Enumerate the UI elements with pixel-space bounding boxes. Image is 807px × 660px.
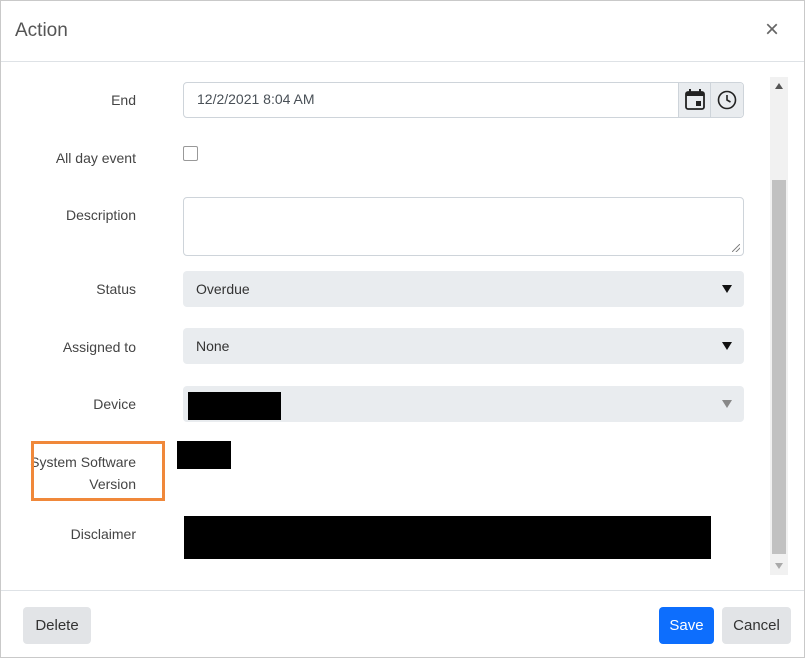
scroll-down-icon[interactable] <box>775 563 783 569</box>
chevron-down-icon <box>722 342 732 350</box>
redacted-device-value <box>188 392 281 420</box>
end-label: End <box>111 92 136 108</box>
close-button[interactable]: × <box>761 18 783 42</box>
resize-handle[interactable] <box>732 244 740 252</box>
assigned-to-label: Assigned to <box>62 339 136 355</box>
chevron-down-icon <box>722 285 732 293</box>
dialog-header: Action × <box>1 1 804 62</box>
scroll-up-icon[interactable] <box>775 83 783 89</box>
status-label: Status <box>96 281 136 297</box>
delete-button[interactable]: Delete <box>23 607 91 644</box>
close-icon: × <box>764 16 779 43</box>
assigned-to-value: None <box>196 338 230 354</box>
highlight-box <box>31 441 165 501</box>
end-datetime-input[interactable]: 12/2/2021 8:04 AM <box>183 82 744 118</box>
description-label: Description <box>65 207 136 223</box>
dialog-title: Action <box>15 20 68 41</box>
calendar-icon <box>685 89 705 110</box>
all-day-checkbox[interactable] <box>183 146 198 161</box>
dialog-body[interactable]: End 12/2/2021 8:04 AM All day event Desc… <box>1 62 804 590</box>
action-dialog: Action × End 12/2/2021 8:04 AM All day e… <box>0 0 805 658</box>
save-button[interactable]: Save <box>659 607 714 644</box>
vertical-scrollbar[interactable] <box>770 77 788 575</box>
redacted-disclaimer-text <box>184 516 711 559</box>
chevron-down-icon <box>722 400 732 408</box>
end-datetime-value: 12/2/2021 8:04 AM <box>197 91 315 107</box>
time-button[interactable] <box>710 83 743 117</box>
device-label: Device <box>93 396 136 412</box>
redacted-version-value <box>177 441 231 469</box>
calendar-button[interactable] <box>678 83 711 117</box>
assigned-to-select[interactable]: None <box>183 328 744 364</box>
all-day-label: All day event <box>55 150 136 166</box>
disclaimer-label: Disclaimer <box>70 526 136 542</box>
scrollbar-thumb[interactable] <box>772 180 786 554</box>
cancel-button[interactable]: Cancel <box>722 607 791 644</box>
clock-icon <box>717 90 737 110</box>
dialog-footer: Delete Save Cancel <box>1 590 804 658</box>
description-textarea[interactable] <box>183 197 744 256</box>
status-select[interactable]: Overdue <box>183 271 744 307</box>
status-value: Overdue <box>196 281 250 297</box>
device-select[interactable] <box>183 386 744 422</box>
